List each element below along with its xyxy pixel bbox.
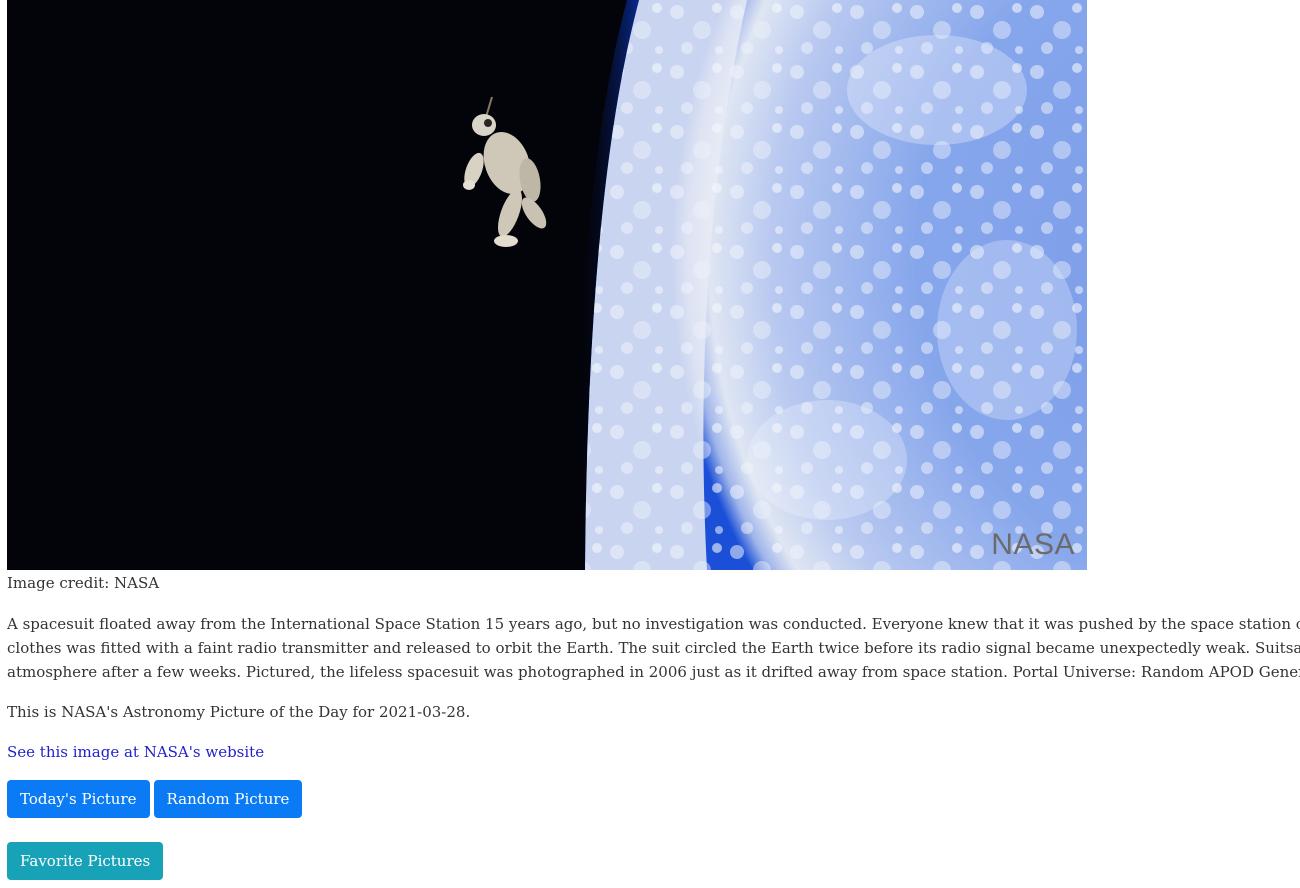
explanation-line: A spacesuit floated away from the Intern… bbox=[7, 615, 1300, 633]
todays-picture-button[interactable]: Today's Picture bbox=[7, 780, 150, 818]
picture-button-row: Today's Picture Random Picture bbox=[7, 780, 1300, 818]
space-photo bbox=[7, 0, 1087, 570]
nasa-website-link[interactable]: See this image at NASA's website bbox=[7, 740, 264, 764]
image-credit: Image credit: NASA bbox=[7, 574, 160, 592]
nasa-watermark: NASA bbox=[991, 528, 1075, 561]
favorite-pictures-button[interactable]: Favorite Pictures bbox=[7, 842, 164, 880]
apod-image: NASA bbox=[7, 0, 1087, 570]
potd-date-text: This is NASA's Astronomy Picture of the … bbox=[7, 703, 471, 721]
favorites-button-row: Favorite Pictures bbox=[7, 842, 1300, 880]
explanation-line: clothes was fitted with a faint radio tr… bbox=[7, 639, 1300, 657]
explanation-paragraph: A spacesuit floated away from the Intern… bbox=[7, 612, 1300, 684]
apod-container: NASA Image credit: NASA A spacesuit floa… bbox=[7, 0, 1300, 880]
random-picture-button[interactable]: Random Picture bbox=[153, 780, 303, 818]
explanation-line: atmosphere after a few weeks. Pictured, … bbox=[7, 663, 1300, 681]
